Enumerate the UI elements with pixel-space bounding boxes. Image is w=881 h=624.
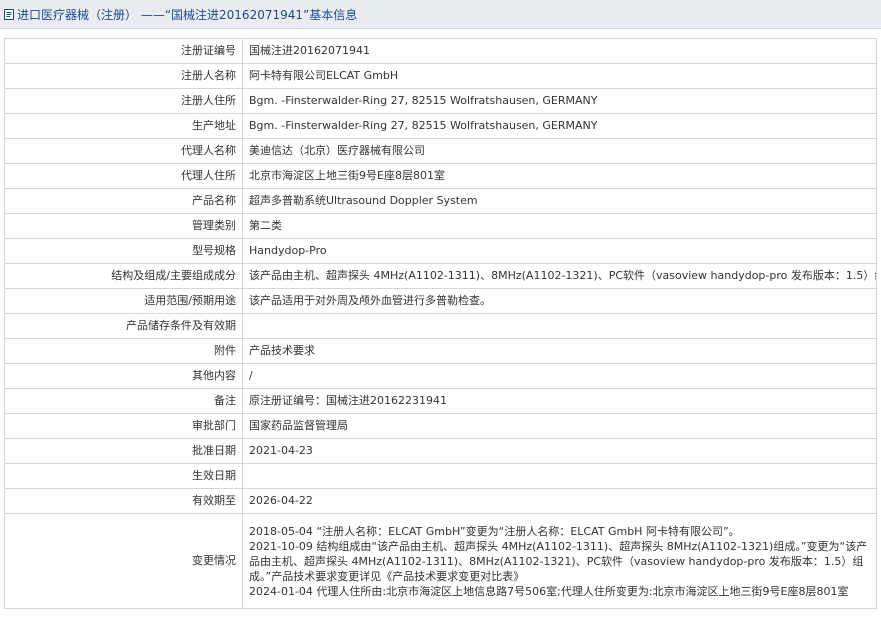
table-row: 批准日期 2021-04-23 (4, 438, 877, 464)
field-label: 适用范围/预期用途 (4, 288, 243, 314)
table-row: 管理类别 第二类 (4, 213, 877, 239)
field-label: 生效日期 (4, 463, 243, 489)
field-value: 2026-04-22 (242, 488, 877, 514)
field-value: 产品技术要求 (242, 338, 877, 364)
field-label: 注册证编号 (4, 38, 243, 64)
table-row: 附件 产品技术要求 (4, 338, 877, 364)
field-label: 产品储存条件及有效期 (4, 313, 243, 339)
field-label: 产品名称 (4, 188, 243, 214)
table-row: 注册人住所 Bgm. -Finsterwalder-Ring 27, 82515 … (4, 88, 877, 114)
registration-info-table: 注册证编号 国械注进20162071941 注册人名称 阿卡特有限公司ELCAT Gm… (4, 38, 877, 609)
table-row: 型号规格 Handydop-Pro (4, 238, 877, 264)
field-label: 代理人住所 (4, 163, 243, 189)
table-row: 生效日期 (4, 463, 877, 489)
change-entry: 2021-10-09 结构组成由“该产品由主机、超声探头 4MHz(A1102-… (249, 539, 868, 583)
table-row: 代理人住所 北京市海淀区上地三街9号E座8层801室 (4, 163, 877, 189)
change-entry: 2018-05-04 “注册人名称：ELCAT GmbH”变更为“注册人名称：E… (249, 524, 740, 538)
field-value: 2021-04-23 (242, 438, 877, 464)
table-row: 生产地址 Bgm. -Finsterwalder-Ring 27, 82515 W… (4, 113, 877, 139)
field-label: 结构及组成/主要组成成分 (4, 263, 243, 289)
field-value: 美迪信达（北京）医疗器械有限公司 (242, 138, 877, 164)
table-row: 适用范围/预期用途 该产品适用于对外周及颅外血管进行多普勒检查。 (4, 288, 877, 314)
field-value: 国械注进20162071941 (242, 38, 877, 64)
field-value: 北京市海淀区上地三街9号E座8层801室 (242, 163, 877, 189)
field-label: 其他内容 (4, 363, 243, 389)
field-label: 审批部门 (4, 413, 243, 439)
page-header: 进口医疗器械（注册） ——“国械注进20162071941”基本信息 (0, 0, 881, 29)
field-label: 附件 (4, 338, 243, 364)
field-label: 有效期至 (4, 488, 243, 514)
field-label: 变更情况 (4, 513, 243, 609)
field-label: 生产地址 (4, 113, 243, 139)
field-value: 该产品由主机、超声探头 4MHz(A1102-1311)、8MHz(A1102-… (242, 263, 877, 289)
table-row: 产品储存条件及有效期 (4, 313, 877, 339)
table-row-changes: 变更情况 2018-05-04 “注册人名称：ELCAT GmbH”变更为“注册人… (4, 513, 877, 609)
field-value: 原注册证编号：国械注进20162231941 (242, 388, 877, 414)
field-value: 阿卡特有限公司ELCAT GmbH (242, 63, 877, 89)
field-label: 批准日期 (4, 438, 243, 464)
table-row: 注册人名称 阿卡特有限公司ELCAT GmbH (4, 63, 877, 89)
field-value: 国家药品监督管理局 (242, 413, 877, 439)
field-value: Bgm. -Finsterwalder-Ring 27, 82515 Wolfr… (242, 88, 877, 114)
field-label: 代理人名称 (4, 138, 243, 164)
change-entry: 2024-01-04 代理人住所由:北京市海淀区上地信息路7号506室;代理人住… (249, 584, 849, 598)
field-value (242, 313, 877, 339)
page-title: 进口医疗器械（注册） ——“国械注进20162071941”基本信息 (17, 7, 358, 22)
field-value: 超声多普勒系统Ultrasound Doppler System (242, 188, 877, 214)
table-row: 产品名称 超声多普勒系统Ultrasound Doppler System (4, 188, 877, 214)
field-value: Bgm. -Finsterwalder-Ring 27, 82515 Wolfr… (242, 113, 877, 139)
table-row: 代理人名称 美迪信达（北京）医疗器械有限公司 (4, 138, 877, 164)
field-value (242, 463, 877, 489)
field-label: 备注 (4, 388, 243, 414)
field-value: 该产品适用于对外周及颅外血管进行多普勒检查。 (242, 288, 877, 314)
table-row: 注册证编号 国械注进20162071941 (4, 38, 877, 64)
field-label: 型号规格 (4, 238, 243, 264)
field-value: / (242, 363, 877, 389)
field-label: 注册人住所 (4, 88, 243, 114)
table-row: 有效期至 2026-04-22 (4, 488, 877, 514)
field-label: 管理类别 (4, 213, 243, 239)
field-label: 注册人名称 (4, 63, 243, 89)
table-row: 其他内容 / (4, 363, 877, 389)
table-row: 结构及组成/主要组成成分 该产品由主机、超声探头 4MHz(A1102-1311)… (4, 263, 877, 289)
change-history: 2018-05-04 “注册人名称：ELCAT GmbH”变更为“注册人名称：E… (242, 513, 877, 609)
document-icon (4, 8, 14, 20)
field-value: 第二类 (242, 213, 877, 239)
field-value: Handydop-Pro (242, 238, 877, 264)
table-row: 备注 原注册证编号：国械注进20162231941 (4, 388, 877, 414)
table-row: 审批部门 国家药品监督管理局 (4, 413, 877, 439)
